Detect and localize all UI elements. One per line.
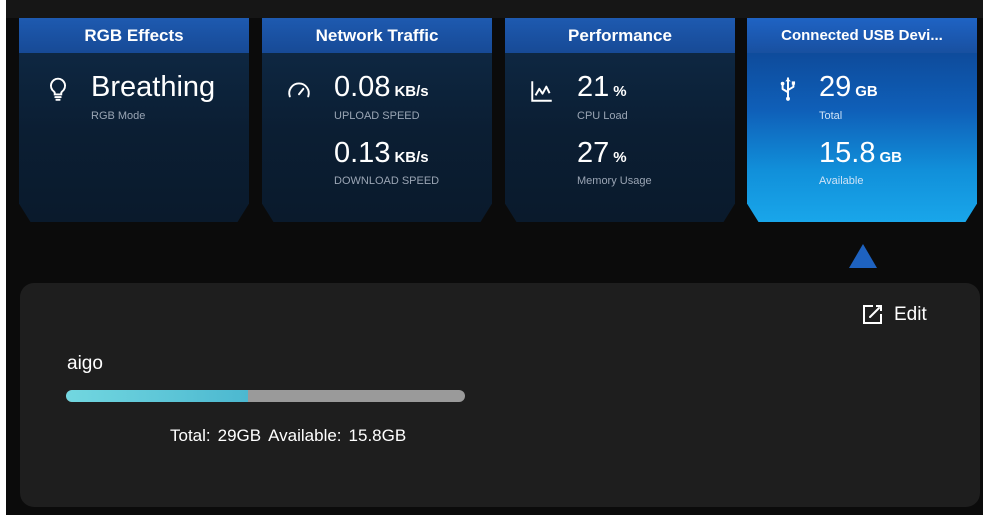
selection-pointer-icon [849,244,877,268]
available-value: 15.8GB [348,426,407,445]
card-title: Network Traffic [262,18,492,53]
line-chart-icon [531,81,552,102]
total-value: 29 [819,71,852,103]
available-label: Available: [268,426,342,445]
storage-usage-bar [66,390,465,402]
rgb-mode-label: RGB Mode [91,110,146,122]
upload-value: 0.08 [334,71,391,103]
total-value: 29GB [217,426,262,445]
device-name: aigo [67,353,103,374]
cpu-load-value: 21% [577,71,627,104]
usb-total-value: 29 GB [819,71,878,104]
edit-label: Edit [894,304,927,325]
download-speed-value: 0.13 KB/s [334,137,429,170]
memory-usage-value: 27% [577,137,627,170]
usb-available-value: 15.8 GB [819,137,902,170]
card-title: Connected USB Devi... [747,18,977,53]
usb-available-label: Available [819,175,864,187]
available-unit: GB [879,149,902,166]
usb-icon [780,77,796,101]
card-title: Performance [505,18,735,53]
download-unit: KB/s [394,149,429,166]
app-window: RGB Effects Breathing RGB Mode Network T… [6,0,983,515]
usb-device-panel: Edit aigo Total: 29GB Available: 15.8GB [20,283,980,507]
usb-total-label: Total [819,110,843,122]
edit-button[interactable]: Edit [860,303,927,327]
storage-usage-fill [66,390,248,402]
download-speed-label: DOWNLOAD SPEED [334,175,440,187]
card-title: RGB Effects [19,18,249,53]
memory-usage-label: Memory Usage [577,175,652,187]
top-bar [6,0,983,18]
mem-unit: % [613,149,627,166]
upload-speed-value: 0.08 KB/s [334,71,429,104]
upload-speed-label: UPLOAD SPEED [334,110,420,122]
speedometer-icon [288,82,310,98]
card-network-traffic[interactable]: Network Traffic 0.08 KB/s UPLOAD SPEED 0.… [262,18,492,222]
rgb-mode-value: Breathing [91,71,216,103]
cpu-load-label: CPU Load [577,110,628,122]
capacity-summary: Total: 29GB Available: 15.8GB [170,426,413,446]
download-value: 0.13 [334,137,391,169]
total-unit: GB [855,83,878,100]
edit-icon [863,305,882,324]
available-value: 15.8 [819,137,876,169]
upload-unit: KB/s [394,83,429,100]
cpu-unit: % [613,83,627,100]
card-rgb-effects[interactable]: RGB Effects Breathing RGB Mode [19,18,249,222]
card-connected-usb-devices[interactable]: Connected USB Devi... 29 GB Total 15.8 GB … [747,18,977,222]
lightbulb-icon [49,77,67,101]
mem-value: 27 [577,137,610,169]
total-label: Total: [170,426,211,445]
card-performance[interactable]: Performance 21% CPU Load 27% Memory Usag… [505,18,735,222]
cpu-value: 21 [577,71,610,103]
